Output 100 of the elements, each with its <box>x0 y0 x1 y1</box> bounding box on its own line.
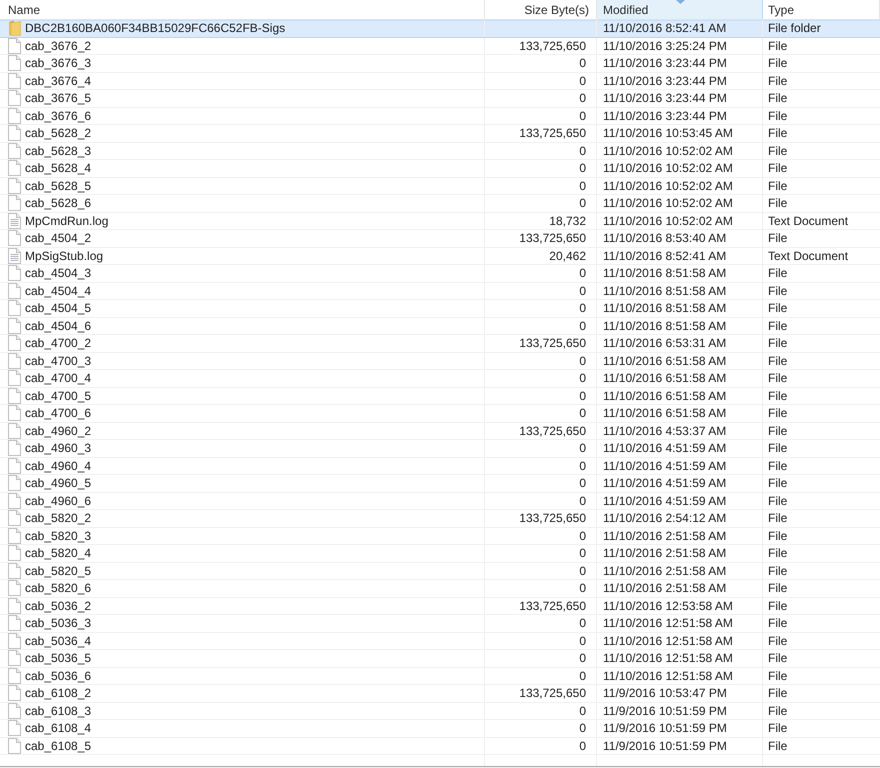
file-size: 0 <box>579 92 586 104</box>
file-row[interactable]: cab_6108_3 0 11/9/2016 10:51:59 PM File <box>0 702 880 720</box>
file-icon <box>8 440 21 456</box>
file-size: 0 <box>579 670 586 682</box>
file-row[interactable]: cab_4700_5 0 11/10/2016 6:51:58 AM File <box>0 388 880 405</box>
file-name: cab_4504_3 <box>25 267 92 280</box>
file-row[interactable]: cab_5628_6 0 11/10/2016 10:52:02 AM File <box>0 195 880 212</box>
file-size: 133,725,650 <box>519 40 586 52</box>
modified-date: 11/10/2016 10:52:02 AM <box>603 162 733 174</box>
file-size: 20,462 <box>549 250 586 262</box>
file-type: File <box>768 494 788 507</box>
file-size: 0 <box>579 582 586 594</box>
file-icon <box>8 528 21 544</box>
file-row[interactable]: cab_4960_5 0 11/10/2016 4:51:59 AM File <box>0 475 880 492</box>
modified-date: 11/10/2016 8:51:58 AM <box>603 267 726 280</box>
file-name: cab_4960_5 <box>25 477 92 490</box>
file-row[interactable]: cab_5036_3 0 11/10/2016 12:51:58 AM File <box>0 615 880 632</box>
file-row[interactable]: cab_4960_3 0 11/10/2016 4:51:59 AM File <box>0 440 880 458</box>
file-row[interactable]: cab_4700_6 0 11/10/2016 6:51:58 AM File <box>0 405 880 422</box>
file-row[interactable]: cab_5628_2 133,725,650 11/10/2016 10:53:45 AM File <box>0 125 880 142</box>
file-size: 0 <box>579 284 586 297</box>
file-type: File <box>768 704 788 717</box>
file-size: 0 <box>579 494 586 507</box>
file-size: 0 <box>579 722 586 734</box>
file-icon <box>8 352 21 369</box>
file-row[interactable]: cab_4700_2 133,725,650 11/10/2016 6:53:31 AM File <box>0 335 880 352</box>
file-row[interactable]: cab_4504_5 0 11/10/2016 8:51:58 AM File <box>0 300 880 318</box>
file-size: 133,725,650 <box>519 512 586 524</box>
file-size: 0 <box>579 740 586 752</box>
file-type: Text Document <box>768 214 848 227</box>
file-row[interactable]: cab_5036_4 0 11/10/2016 12:51:58 AM File <box>0 632 880 650</box>
file-type: File <box>768 687 788 700</box>
file-row[interactable]: cab_3676_3 0 11/10/2016 3:23:44 PM File <box>0 55 880 72</box>
file-row[interactable]: cab_6108_5 0 11/9/2016 10:51:59 PM File <box>0 738 880 755</box>
file-row[interactable]: cab_5036_5 0 11/10/2016 12:51:58 AM File <box>0 650 880 668</box>
file-row[interactable]: cab_5820_3 0 11/10/2016 2:51:58 AM File <box>0 528 880 545</box>
modified-date: 11/10/2016 10:52:02 AM <box>603 144 733 157</box>
file-row[interactable]: cab_5628_4 0 11/10/2016 10:52:02 AM File <box>0 160 880 178</box>
file-row[interactable]: cab_4960_2 133,725,650 11/10/2016 4:53:37 AM File <box>0 422 880 440</box>
file-name: cab_5820_2 <box>25 512 92 524</box>
file-size: 0 <box>579 57 586 70</box>
file-name: cab_5036_3 <box>25 617 92 630</box>
file-row[interactable]: cab_5820_6 0 11/10/2016 2:51:58 AM File <box>0 580 880 598</box>
modified-date: 11/10/2016 8:52:41 AM <box>603 22 726 34</box>
file-icon <box>8 38 21 54</box>
file-row[interactable]: cab_3676_5 0 11/10/2016 3:23:44 PM File <box>0 90 880 108</box>
file-row[interactable]: cab_5036_2 133,725,650 11/10/2016 12:53:58 AM File <box>0 598 880 615</box>
file-size: 0 <box>579 652 586 664</box>
file-row[interactable]: MpCmdRun.log 18,732 11/10/2016 10:52:02 AM Text Document <box>0 212 880 230</box>
file-type: File <box>768 127 788 140</box>
file-row[interactable]: cab_3676_4 0 11/10/2016 3:23:44 PM File <box>0 72 880 90</box>
file-icon <box>8 265 21 282</box>
file-row[interactable]: cab_5820_2 133,725,650 11/10/2016 2:54:12 AM File <box>0 510 880 528</box>
file-row[interactable]: DBC2B160BA060F34BB15029FC66C52FB-Sigs 11/10/2016 8:52:41 AM File folder <box>0 20 880 38</box>
file-row[interactable]: cab_3676_6 0 11/10/2016 3:23:44 PM File <box>0 108 880 125</box>
file-row[interactable]: cab_5036_6 0 11/10/2016 12:51:58 AM File <box>0 668 880 685</box>
file-name: cab_4700_6 <box>25 407 92 420</box>
file-size: 133,725,650 <box>519 424 586 437</box>
modified-date: 11/10/2016 6:51:58 AM <box>603 372 726 384</box>
file-row[interactable]: MpSigStub.log 20,462 11/10/2016 8:52:41 AM Text Document <box>0 248 880 265</box>
file-row[interactable]: cab_4504_4 0 11/10/2016 8:51:58 AM File <box>0 282 880 300</box>
file-size: 18,732 <box>549 214 586 227</box>
file-row[interactable]: cab_4960_4 0 11/10/2016 4:51:59 AM File <box>0 458 880 475</box>
file-icon <box>8 108 21 124</box>
file-row[interactable]: cab_6108_2 133,725,650 11/9/2016 10:53:47 PM File <box>0 685 880 702</box>
modified-date: 11/10/2016 4:53:37 AM <box>603 424 726 437</box>
file-type: File <box>768 180 788 192</box>
file-type: File <box>768 267 788 280</box>
file-name: cab_5036_6 <box>25 670 92 682</box>
file-icon <box>8 720 21 736</box>
file-icon <box>8 72 21 89</box>
file-row[interactable]: cab_5628_5 0 11/10/2016 10:52:02 AM File <box>0 178 880 195</box>
file-row[interactable]: cab_4960_6 0 11/10/2016 4:51:59 AM File <box>0 492 880 510</box>
file-name: cab_6108_4 <box>25 722 92 734</box>
file-size: 133,725,650 <box>519 600 586 612</box>
file-icon <box>8 370 21 386</box>
modified-date: 11/10/2016 2:54:12 AM <box>603 512 726 524</box>
file-name: cab_5820_6 <box>25 582 92 594</box>
file-type: File <box>768 547 788 560</box>
file-size: 0 <box>579 442 586 454</box>
file-row[interactable]: cab_3676_2 133,725,650 11/10/2016 3:25:24 PM File <box>0 38 880 55</box>
file-row[interactable]: cab_4700_4 0 11/10/2016 6:51:58 AM File <box>0 370 880 388</box>
file-row[interactable]: cab_4504_2 133,725,650 11/10/2016 8:53:40 AM File <box>0 230 880 248</box>
file-size: 133,725,650 <box>519 127 586 140</box>
file-size: 0 <box>579 197 586 210</box>
modified-date: 11/10/2016 8:51:58 AM <box>603 320 726 332</box>
column-header[interactable]: Modified <box>597 0 763 19</box>
file-row[interactable]: cab_4504_6 0 11/10/2016 8:51:58 AM File <box>0 318 880 335</box>
file-name: cab_4700_2 <box>25 337 92 350</box>
file-name: cab_4700_4 <box>25 372 92 384</box>
file-name: cab_5628_3 <box>25 144 92 157</box>
file-row[interactable]: cab_5820_5 0 11/10/2016 2:51:58 AM File <box>0 562 880 580</box>
file-type: File <box>768 390 788 402</box>
modified-date: 11/10/2016 10:53:45 AM <box>603 127 733 140</box>
file-row[interactable]: cab_5628_3 0 11/10/2016 10:52:02 AM File <box>0 142 880 160</box>
file-icon <box>8 90 21 106</box>
file-row[interactable]: cab_4700_3 0 11/10/2016 6:51:58 AM File <box>0 352 880 370</box>
file-row[interactable]: cab_5820_4 0 11/10/2016 2:51:58 AM File <box>0 545 880 562</box>
file-row[interactable]: cab_6108_4 0 11/9/2016 10:51:59 PM File <box>0 720 880 738</box>
file-row[interactable]: cab_4504_3 0 11/10/2016 8:51:58 AM File <box>0 265 880 282</box>
